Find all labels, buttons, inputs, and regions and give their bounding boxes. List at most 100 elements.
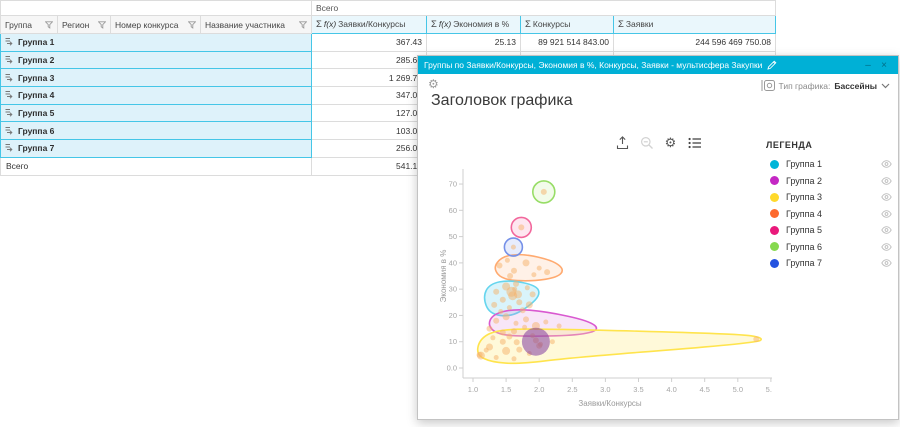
- group-cell[interactable]: Группа 4: [1, 87, 312, 105]
- group-cell[interactable]: Группа 5: [1, 104, 312, 122]
- close-button[interactable]: ×: [876, 60, 892, 71]
- svg-text:1.0: 1.0: [468, 385, 478, 394]
- value-cell: 541.16: [312, 157, 427, 175]
- chart-toolbar: ⚙: [615, 135, 702, 150]
- group-cell[interactable]: Группа 7: [1, 140, 312, 158]
- visibility-eye-icon[interactable]: [881, 226, 892, 234]
- legend-title: ЛЕГЕНДА: [766, 140, 812, 150]
- expand-node-icon[interactable]: [5, 126, 14, 135]
- value-cell: 244 596 469 750.08: [614, 34, 776, 52]
- legend-item[interactable]: Группа 5: [770, 222, 892, 239]
- legend-item-label: Группа 1: [786, 159, 881, 169]
- column-header-group[interactable]: Группа: [1, 16, 58, 34]
- legend-item[interactable]: Группа 1: [770, 156, 892, 173]
- column-header-measure-bids[interactable]: ΣЗаявки: [614, 16, 776, 34]
- chart-type-selector[interactable]: Тип графика: Бассейны: [761, 79, 890, 92]
- group-label: Группа 4: [18, 90, 54, 100]
- value-cell: 127.00: [312, 104, 427, 122]
- filter-icon[interactable]: [45, 21, 53, 29]
- expand-node-icon[interactable]: [5, 37, 14, 46]
- svg-text:3.5: 3.5: [633, 385, 643, 394]
- dialog-titlebar[interactable]: Группы по Заявки/Конкурсы, Экономия в %,…: [418, 56, 898, 74]
- legend-item-label: Группа 3: [786, 192, 881, 202]
- svg-text:2.5: 2.5: [567, 385, 577, 394]
- value-cell: 285.69: [312, 51, 427, 69]
- svg-text:10: 10: [449, 337, 457, 346]
- table-row[interactable]: Группа 1367.4325.1389 921 514 843.00244 …: [1, 34, 776, 52]
- export-icon[interactable]: [615, 135, 630, 150]
- pools-chart: 0.0102030405060701.01.52.02.53.03.54.04.…: [438, 161, 772, 411]
- chart-dialog: Группы по Заявки/Конкурсы, Экономия в %,…: [417, 55, 899, 420]
- legend-item[interactable]: Группа 7: [770, 255, 892, 272]
- chart-settings-gear-icon[interactable]: ⚙: [428, 78, 439, 90]
- filter-icon[interactable]: [299, 21, 307, 29]
- value-cell: 347.00: [312, 87, 427, 105]
- expand-node-icon[interactable]: [5, 143, 14, 152]
- group-label: Группа 3: [18, 73, 54, 83]
- legend-item[interactable]: Группа 2: [770, 173, 892, 190]
- chevron-down-icon: [881, 83, 890, 89]
- svg-text:70: 70: [449, 180, 457, 189]
- legend-item[interactable]: Группа 6: [770, 239, 892, 256]
- legend-item[interactable]: Группа 3: [770, 189, 892, 206]
- visibility-eye-icon[interactable]: [881, 177, 892, 185]
- legend-item-label: Группа 6: [786, 242, 881, 252]
- group-cell[interactable]: Группа 1: [1, 34, 312, 52]
- legend-item[interactable]: Группа 4: [770, 206, 892, 223]
- group-cell[interactable]: Группа 2: [1, 51, 312, 69]
- visibility-eye-icon[interactable]: [881, 259, 892, 267]
- svg-text:60: 60: [449, 206, 457, 215]
- visibility-eye-icon[interactable]: [881, 193, 892, 201]
- chart-type-icon: [761, 79, 775, 92]
- expand-node-icon[interactable]: [5, 90, 14, 99]
- edit-title-icon[interactable]: [767, 60, 777, 70]
- filter-icon[interactable]: [188, 21, 196, 29]
- chart-type-label: Тип графика:: [779, 81, 831, 91]
- value-cell: 256.00: [312, 140, 427, 158]
- chart-type-value: Бассейны: [834, 81, 877, 91]
- zoom-out-icon[interactable]: [639, 135, 654, 150]
- total-label: Всего: [1, 157, 312, 175]
- svg-text:3.0: 3.0: [600, 385, 610, 394]
- column-header-measure-contests[interactable]: ΣКонкурсы: [521, 16, 614, 34]
- dialog-title: Группы по Заявки/Конкурсы, Экономия в %,…: [424, 60, 762, 70]
- visibility-eye-icon[interactable]: [881, 243, 892, 251]
- table-header-row: Группа Регион Номер конкурса Название уч…: [1, 16, 776, 34]
- group-cell[interactable]: Группа 6: [1, 122, 312, 140]
- expand-node-icon[interactable]: [5, 55, 14, 64]
- expand-node-icon[interactable]: [5, 108, 14, 117]
- visibility-eye-icon[interactable]: [881, 160, 892, 168]
- column-header-contest-number[interactable]: Номер конкурса: [111, 16, 201, 34]
- svg-text:5.0: 5.0: [733, 385, 743, 394]
- filter-icon[interactable]: [98, 21, 106, 29]
- column-header-measure-bids-contests[interactable]: Σf(x)Заявки/Конкурсы: [312, 16, 427, 34]
- table-band-row: Всего: [1, 1, 776, 16]
- legend-list-icon[interactable]: [687, 135, 702, 150]
- expand-node-icon[interactable]: [5, 73, 14, 82]
- gear-icon[interactable]: ⚙: [663, 135, 678, 150]
- visibility-eye-icon[interactable]: [881, 210, 892, 218]
- column-header-measure-savings[interactable]: Σf(x)Экономия в %: [427, 16, 521, 34]
- svg-text:Экономия в %: Экономия в %: [439, 250, 448, 303]
- group-label: Группа 6: [18, 126, 54, 136]
- band-empty-cell: [1, 1, 312, 16]
- svg-text:4.5: 4.5: [699, 385, 709, 394]
- svg-text:0.0: 0.0: [447, 364, 457, 373]
- band-total-cell: Всего: [312, 1, 776, 16]
- legend-item-label: Группа 2: [786, 176, 881, 186]
- legend-item-label: Группа 5: [786, 225, 881, 235]
- group-cell[interactable]: Группа 3: [1, 69, 312, 87]
- svg-text:1.5: 1.5: [501, 385, 511, 394]
- column-header-region[interactable]: Регион: [58, 16, 111, 34]
- minimize-button[interactable]: –: [860, 60, 876, 71]
- svg-text:20: 20: [449, 311, 457, 320]
- value-cell: 367.43: [312, 34, 427, 52]
- legend-item-label: Группа 7: [786, 258, 881, 268]
- svg-text:5.5: 5.5: [766, 385, 772, 394]
- value-cell: 103.00: [312, 122, 427, 140]
- svg-text:Заявки/Конкурсы: Заявки/Конкурсы: [578, 399, 642, 408]
- group-label: Группа 1: [18, 37, 54, 47]
- svg-text:2.0: 2.0: [534, 385, 544, 394]
- svg-text:50: 50: [449, 232, 457, 241]
- column-header-participant[interactable]: Название участника: [201, 16, 312, 34]
